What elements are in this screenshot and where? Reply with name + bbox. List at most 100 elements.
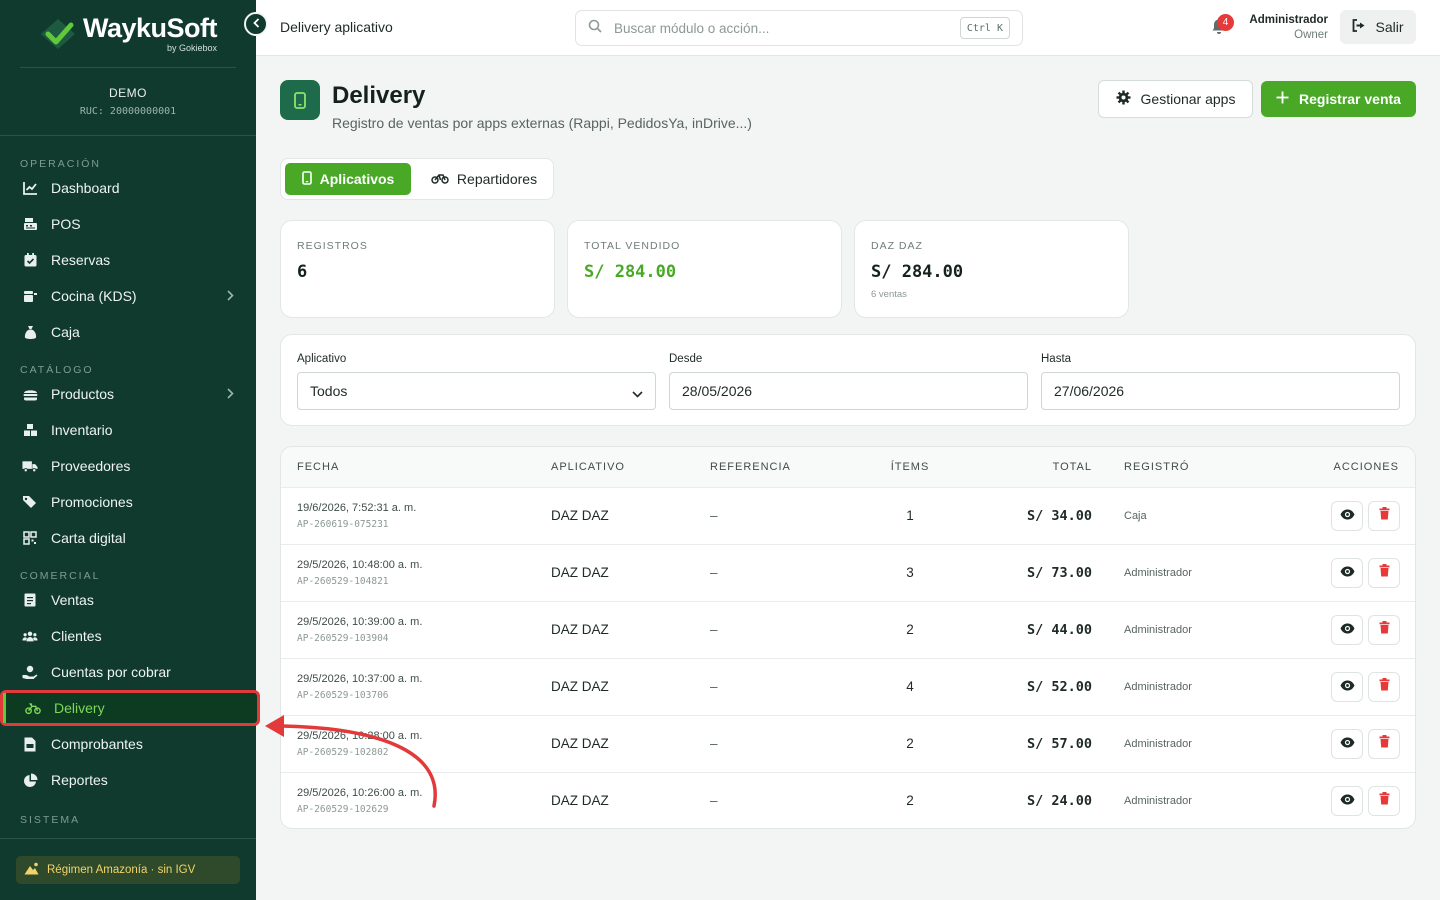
regime-label: Régimen Amazonía · sin IGV — [47, 864, 196, 876]
table-row[interactable]: 29/5/2026, 10:48:00 a. m. AP-260529-1048… — [281, 544, 1415, 601]
nav-section-operacion: OPERACIÓN — [20, 158, 102, 170]
stat-value: S/ 284.00 — [871, 262, 964, 282]
row-code: AP-260529-103706 — [297, 690, 389, 701]
delete-button[interactable] — [1368, 615, 1400, 645]
stat-value: 6 — [297, 262, 308, 282]
row-items: 2 — [906, 736, 914, 751]
sidebar-item-delivery[interactable]: Delivery — [0, 690, 260, 726]
chevron-right-icon — [227, 386, 234, 402]
sidebar-item-reservas[interactable]: Reservas — [0, 242, 256, 278]
stat-card-total-vendido: TOTAL VENDIDO S/ 284.00 — [567, 220, 842, 318]
delete-button[interactable] — [1368, 558, 1400, 588]
stat-card-registros: REGISTROS 6 — [280, 220, 555, 318]
sidebar-item-promociones[interactable]: Promociones — [0, 484, 256, 520]
sidebar-item-label: Inventario — [51, 422, 113, 438]
row-registered-by: Administrador — [1124, 567, 1192, 579]
view-button[interactable] — [1331, 672, 1363, 702]
row-reference: – — [710, 679, 718, 694]
delete-button[interactable] — [1368, 501, 1400, 531]
view-button[interactable] — [1331, 615, 1363, 645]
sidebar-item-label: Productos — [51, 386, 115, 402]
sidebar-item-carta-digital[interactable]: Carta digital — [0, 520, 256, 556]
delete-button[interactable] — [1368, 672, 1400, 702]
date-from-value: 28/05/2026 — [682, 383, 753, 399]
delete-button[interactable] — [1368, 786, 1400, 816]
tab-repartidores[interactable]: Repartidores — [421, 163, 547, 195]
table-row[interactable]: 29/5/2026, 10:28:00 a. m. AP-260529-1028… — [281, 715, 1415, 772]
chevron-right-icon — [227, 288, 234, 304]
register-sale-button[interactable]: Registrar venta — [1261, 81, 1416, 117]
view-button[interactable] — [1331, 501, 1363, 531]
mobile-phone-icon — [280, 80, 320, 120]
user-info[interactable]: Administrador Owner — [1249, 13, 1328, 43]
sidebar-item-reportes[interactable]: Reportes — [0, 762, 256, 798]
logout-button[interactable]: Salir — [1340, 10, 1416, 44]
row-code: AP-260529-102629 — [297, 804, 389, 815]
collapse-sidebar-button[interactable] — [244, 12, 268, 36]
sidebar-item-cocina[interactable]: Cocina (KDS) — [0, 278, 256, 314]
sidebar-item-dashboard[interactable]: Dashboard — [0, 170, 256, 206]
user-role: Owner — [1294, 28, 1328, 41]
logout-icon — [1352, 19, 1367, 35]
row-app: DAZ DAZ — [551, 736, 609, 751]
tab-aplicativos[interactable]: Aplicativos — [285, 163, 411, 195]
sidebar-item-cuentas-por-cobrar[interactable]: Cuentas por cobrar — [0, 654, 256, 690]
trash-icon — [1379, 507, 1390, 525]
truck-icon — [22, 458, 38, 474]
filters-panel: Aplicativo Todos Desde 28/05/2026 Hasta … — [280, 334, 1416, 426]
sidebar-item-label: Promociones — [51, 494, 133, 510]
table-row[interactable]: 29/5/2026, 10:37:00 a. m. AP-260529-1037… — [281, 658, 1415, 715]
sidebar-item-proveedores[interactable]: Proveedores — [0, 448, 256, 484]
table-row[interactable]: 29/5/2026, 10:26:00 a. m. AP-260529-1026… — [281, 772, 1415, 828]
trash-icon — [1379, 792, 1390, 810]
view-button[interactable] — [1331, 729, 1363, 759]
view-button[interactable] — [1331, 558, 1363, 588]
calendar-check-icon — [22, 252, 38, 268]
sidebar-item-ventas[interactable]: Ventas — [0, 582, 256, 618]
stat-label: TOTAL VENDIDO — [584, 240, 681, 252]
app-select[interactable]: Todos — [297, 372, 656, 410]
manage-apps-label: Gestionar apps — [1140, 91, 1236, 107]
row-total: S/ 44.00 — [1026, 622, 1092, 638]
row-items: 3 — [906, 565, 914, 580]
row-registered-by: Caja — [1124, 510, 1147, 522]
date-to-input[interactable]: 27/06/2026 — [1041, 372, 1400, 410]
search-input[interactable] — [614, 20, 944, 36]
stat-label: DAZ DAZ — [871, 240, 923, 252]
tab-label: Repartidores — [456, 171, 538, 187]
sidebar-item-caja[interactable]: Caja — [0, 314, 256, 350]
app-select-value: Todos — [310, 383, 348, 399]
brand-by: by Gokiebox — [166, 43, 217, 53]
trash-icon — [1379, 678, 1390, 696]
row-date: 29/5/2026, 10:37:00 a. m. — [297, 673, 423, 685]
sidebar-item-clientes[interactable]: Clientes — [0, 618, 256, 654]
col-referencia: REFERENCIA — [710, 461, 791, 473]
view-button[interactable] — [1331, 786, 1363, 816]
sidebar-item-inventario[interactable]: Inventario — [0, 412, 256, 448]
users-icon — [22, 628, 38, 644]
sidebar-item-label: Cuentas por cobrar — [51, 664, 171, 680]
search-box[interactable]: Ctrl K — [575, 10, 1023, 46]
company-info: DEMO RUC: 20000000001 — [0, 68, 256, 136]
row-code: AP-260619-075231 — [297, 519, 389, 530]
date-from-input[interactable]: 28/05/2026 — [669, 372, 1028, 410]
notification-badge: 4 — [1217, 14, 1234, 31]
manage-apps-button[interactable]: Gestionar apps — [1098, 80, 1253, 118]
eye-icon — [1340, 735, 1355, 753]
sidebar-item-pos[interactable]: POS — [0, 206, 256, 242]
regime-badge[interactable]: Régimen Amazonía · sin IGV — [16, 856, 240, 884]
sidebar-item-comprobantes[interactable]: Comprobantes — [0, 726, 256, 762]
topbar-title: Delivery aplicativo — [280, 19, 393, 35]
row-reference: – — [710, 508, 718, 523]
row-total: S/ 73.00 — [1026, 565, 1092, 581]
row-reference: – — [710, 793, 718, 808]
brand[interactable]: WaykuSoft by Gokiebox — [0, 0, 256, 68]
sidebar-item-label: Comprobantes — [51, 736, 143, 752]
table-row[interactable]: 29/5/2026, 10:39:00 a. m. AP-260529-1039… — [281, 601, 1415, 658]
row-registered-by: Administrador — [1124, 795, 1192, 807]
bicycle-icon — [431, 171, 449, 187]
delete-button[interactable] — [1368, 729, 1400, 759]
row-total: S/ 34.00 — [1026, 508, 1092, 524]
sidebar-item-productos[interactable]: Productos — [0, 376, 256, 412]
table-row[interactable]: 19/6/2026, 7:52:31 a. m. AP-260619-07523… — [281, 487, 1415, 544]
